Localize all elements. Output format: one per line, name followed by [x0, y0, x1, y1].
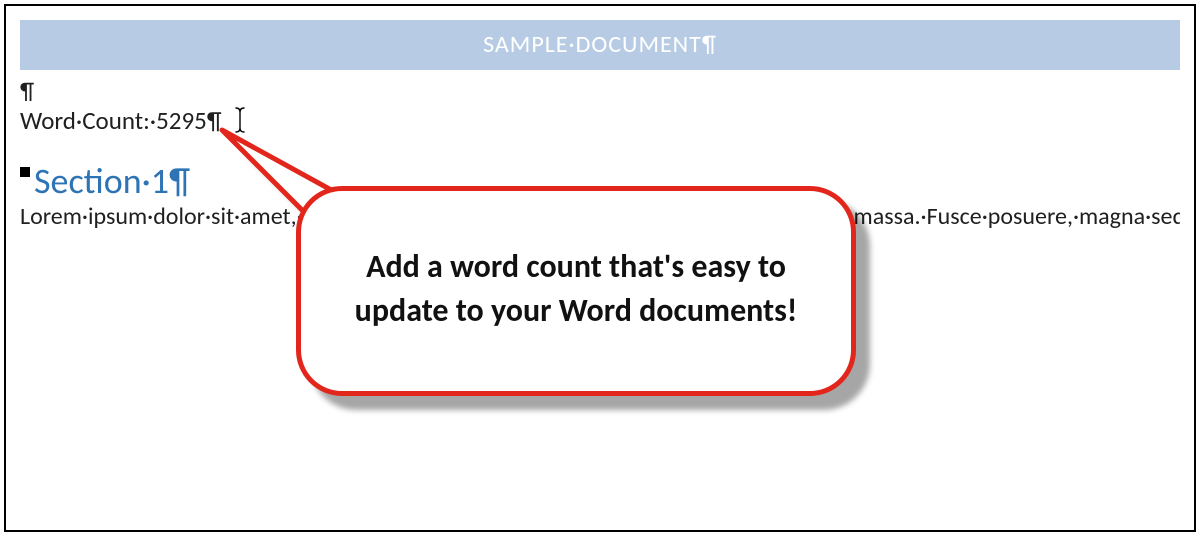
section-body-text[interactable]: Lorem·ipsum·dolor·sit·amet,·consectetuer… [20, 200, 1180, 233]
document-title-text: SAMPLE·DOCUMENT¶ [483, 30, 717, 59]
word-count-value: 5295 [156, 105, 207, 136]
document-title-bar: SAMPLE·DOCUMENT¶ [20, 20, 1180, 70]
word-count-label: Word·Count:· [20, 105, 156, 136]
word-count-pilcrow: ¶ [207, 105, 222, 136]
empty-paragraph-mark: ¶ [20, 78, 1180, 106]
text-cursor-icon [233, 106, 234, 136]
section-heading-text: Section·1¶ [34, 159, 190, 203]
callout-text: Add a word count that's easy to update t… [341, 245, 811, 333]
document-body[interactable]: ¶ Word·Count:·5295¶ Section·1¶ Lorem·ips… [20, 78, 1180, 233]
document-page: SAMPLE·DOCUMENT¶ ¶ Word·Count:·5295¶ Sec… [4, 4, 1196, 532]
section-heading[interactable]: Section·1¶ [20, 166, 1180, 196]
section-bullet-icon [20, 167, 30, 177]
word-count-line[interactable]: Word·Count:·5295¶ [20, 106, 1180, 136]
